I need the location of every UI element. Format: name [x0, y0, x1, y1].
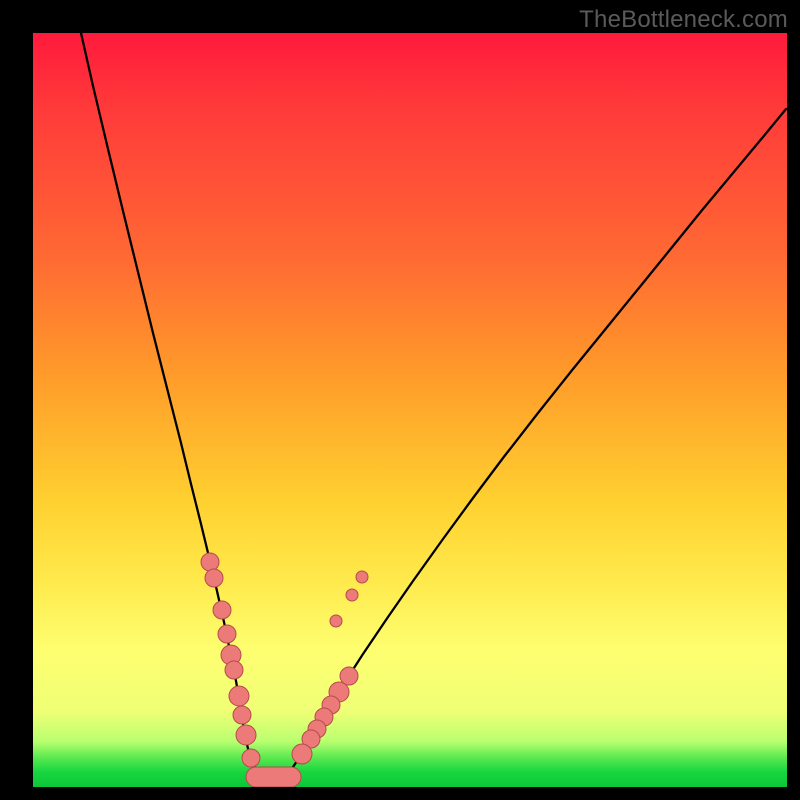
bead-cluster [201, 553, 368, 787]
plot-area [33, 33, 787, 787]
bead-marker [242, 749, 260, 767]
curve-left [81, 33, 244, 731]
bead-marker [236, 725, 256, 745]
bead-marker [225, 661, 243, 679]
bead-marker [201, 553, 219, 571]
curve-right [306, 109, 786, 746]
bead-marker [292, 744, 312, 764]
bead-marker [229, 686, 249, 706]
bead-marker [346, 589, 358, 601]
bead-marker [205, 569, 223, 587]
watermark-text: TheBottleneck.com [579, 6, 788, 34]
bead-marker [218, 625, 236, 643]
bead-marker [213, 601, 231, 619]
bead-marker [330, 615, 342, 627]
chart-frame: TheBottleneck.com [0, 0, 800, 800]
bead-marker [233, 706, 251, 724]
bead-capsule [246, 767, 301, 787]
chart-svg [33, 33, 787, 787]
bead-marker [356, 571, 368, 583]
